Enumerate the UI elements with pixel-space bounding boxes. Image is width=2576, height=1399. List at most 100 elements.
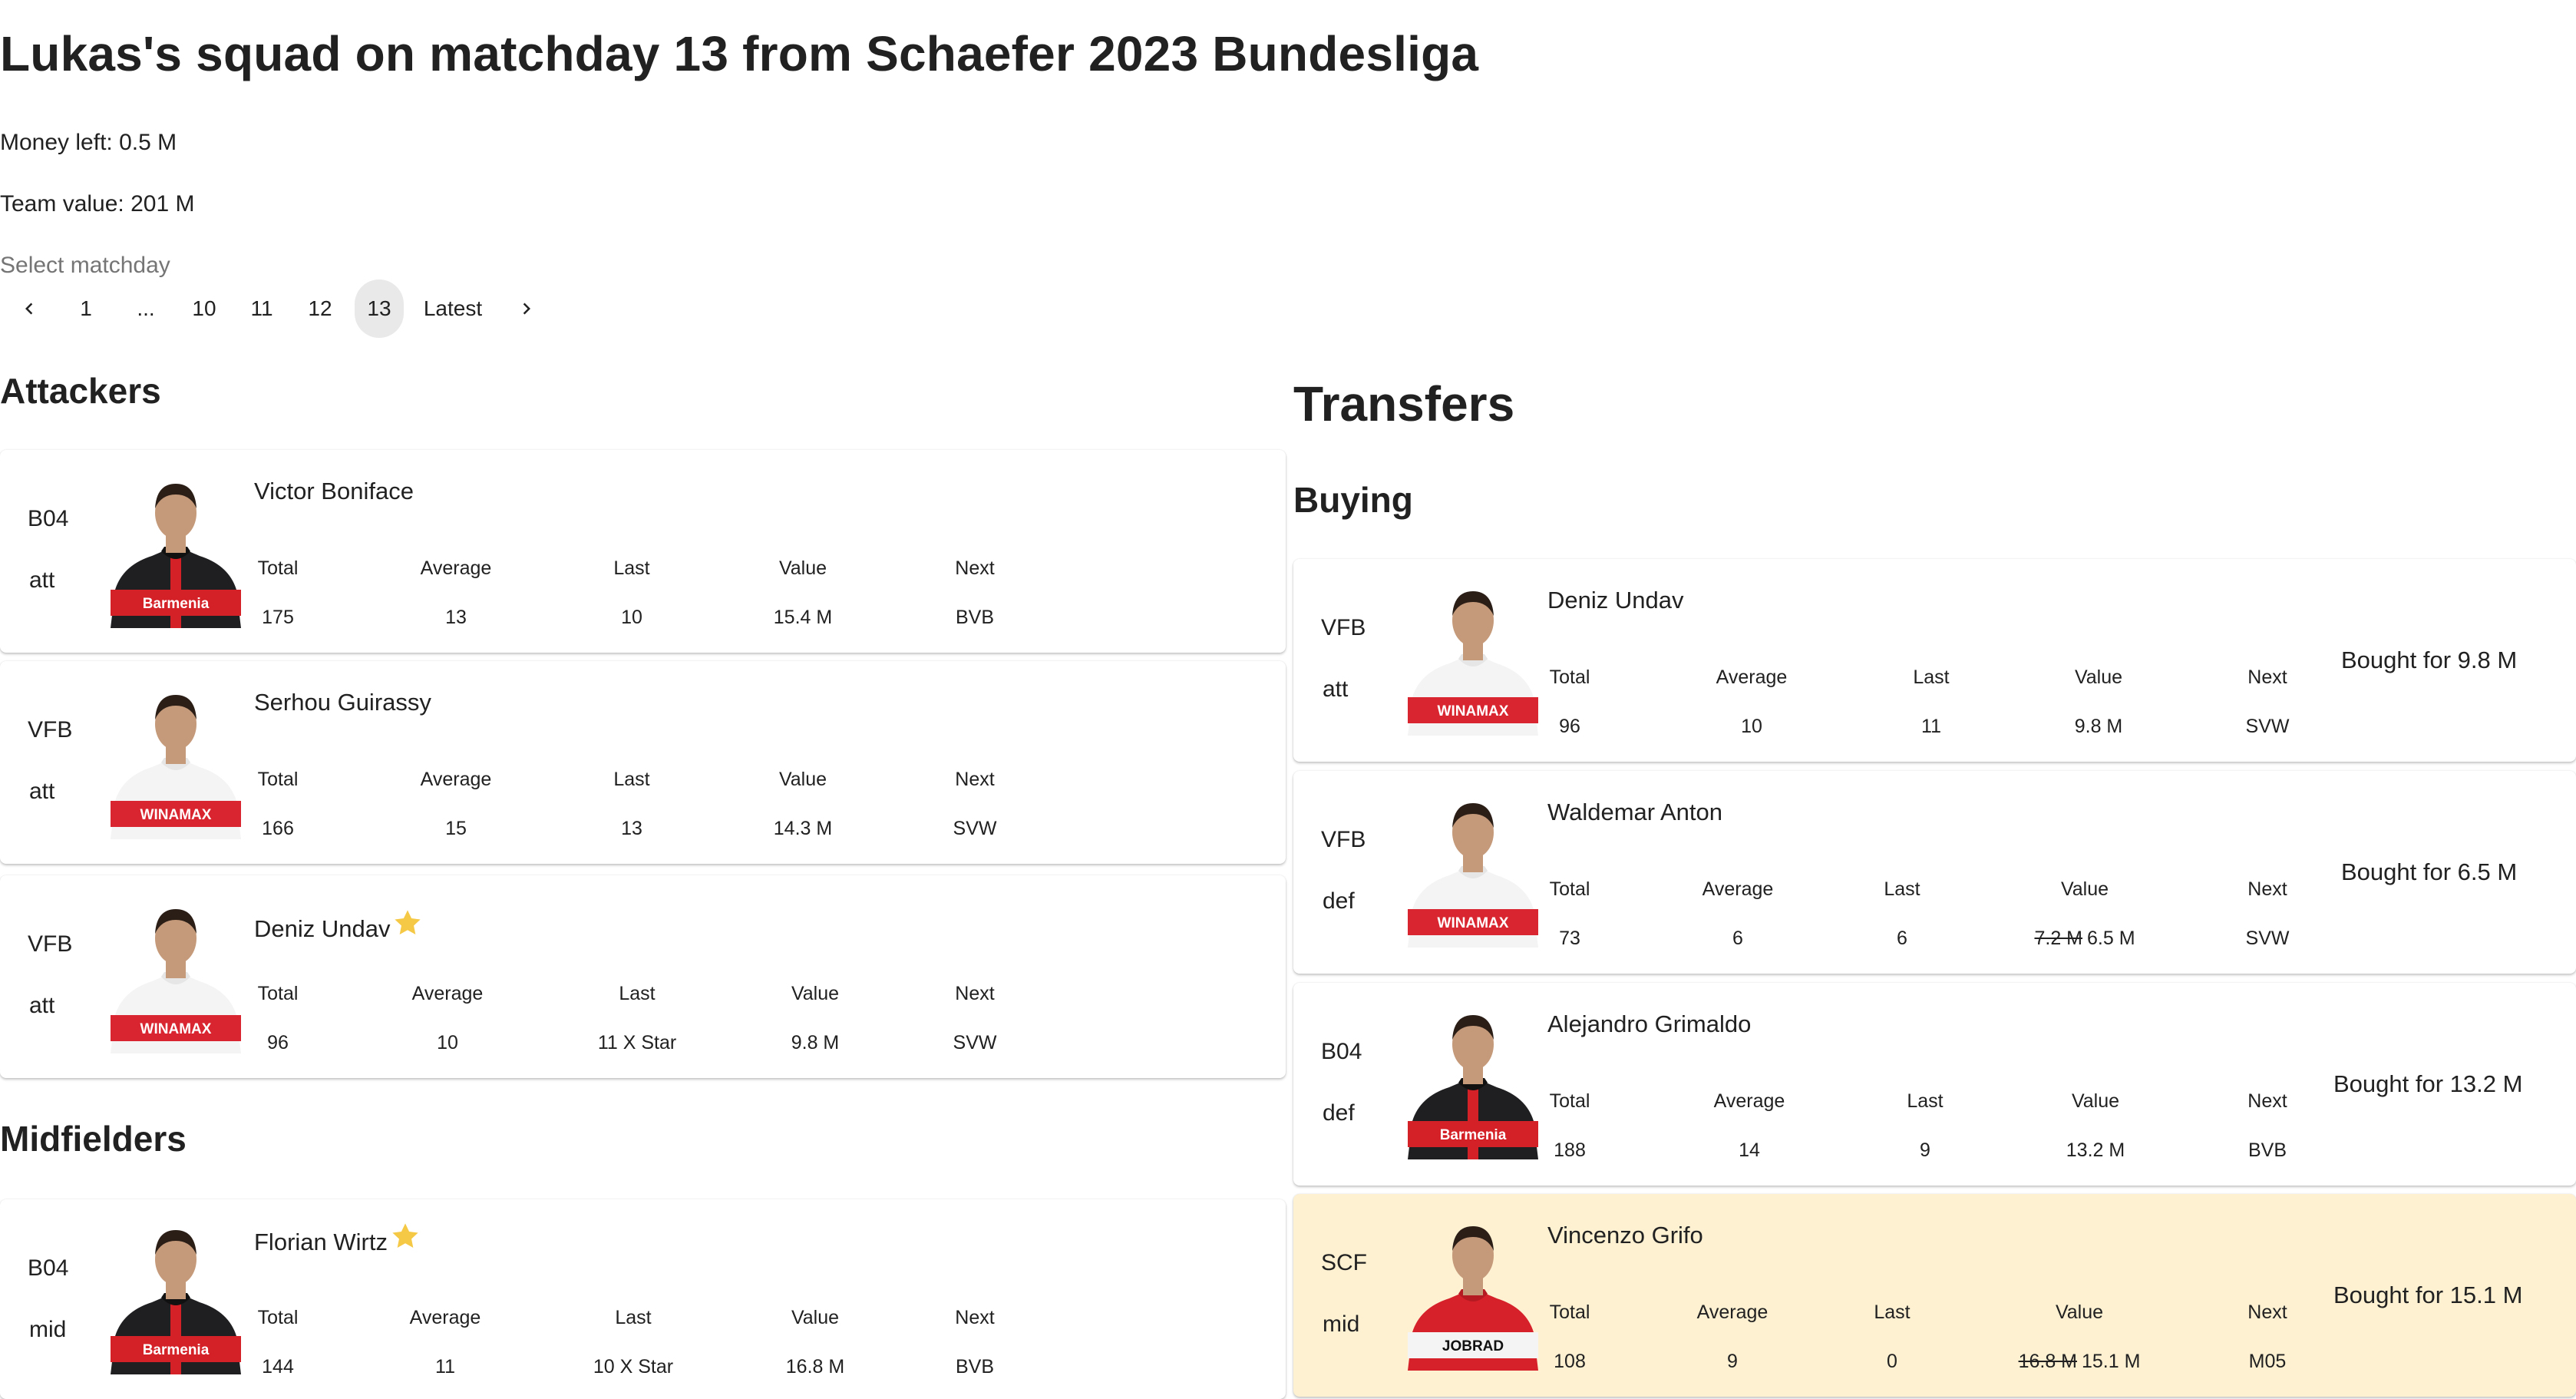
player-photo: WINAMAX [107,686,244,839]
stat-value-average: 14 [1739,1139,1760,1161]
player-name[interactable]: Deniz Undav [1547,585,1683,616]
stat-value-next: BVB [955,607,995,628]
page-title: Lukas's squad on matchday 13 from Schaef… [0,26,1479,81]
player-name[interactable]: Serhou Guirassy [254,687,431,718]
section-title-buying: Buying [1293,480,1413,520]
stat-value-value: 14.3 M [773,818,833,839]
player-card[interactable]: VFB att WINAMAX Deniz Undav Total 96 Average… [0,875,1286,1078]
previous-value: 7.2 M [2034,928,2082,949]
chevron-left-icon [25,303,33,315]
bought-for-price: Bought for 13.2 M [2333,1070,2523,1097]
stat-header-average: Average [409,1307,481,1328]
stat-header-last: Last [1874,1301,1911,1323]
player-name-text: Florian Wirtz [254,1229,388,1255]
stat-header-last: Last [1913,666,1950,688]
stat-header-average: Average [1696,1301,1769,1323]
stat-header-value: Value [791,983,840,1004]
matchday-page-item[interactable]: 1 [71,279,101,338]
stat-header-average: Average [1702,878,1774,900]
team-abbreviation: B04 [1321,1039,1362,1064]
svg-text:Barmenia: Barmenia [143,1342,210,1358]
current-value: 15.1 M [2082,1351,2141,1372]
stat-value-value: 9.8 M [2074,716,2123,737]
select-matchday-label: Select matchday [0,253,170,278]
matchday-page-latest[interactable]: Latest [414,279,491,338]
player-card[interactable]: B04 mid Barmenia Florian Wirtz Total 144 Ave… [0,1199,1286,1399]
position-abbreviation: att [29,779,55,804]
player-name[interactable]: Alejandro Grimaldo [1547,1009,1751,1040]
stat-value-value: 9.8 M [791,1032,840,1053]
stat-value-total: 96 [267,1032,289,1053]
player-photo: JOBRAD [1405,1217,1541,1371]
player-card[interactable]: VFB att WINAMAX Serhou Guirassy Total 166 Av… [0,661,1286,864]
stat-header-last: Last [1884,878,1920,900]
player-name-text: Serhou Guirassy [254,689,431,716]
stat-value-value: 7.2 M 6.5 M [2034,926,2135,951]
stat-value-last: 9 [1920,1139,1930,1161]
player-name[interactable]: Deniz Undav [254,910,424,944]
stat-value-average: 9 [1727,1351,1738,1372]
matchday-page-item[interactable]: 10 [184,279,224,338]
prev-matchday-button[interactable] [12,279,46,338]
stat-header-average: Average [1713,1090,1785,1112]
stat-header-last: Last [619,983,656,1004]
player-photo: Barmenia [1405,1006,1541,1159]
stat-header-total: Total [257,983,299,1004]
stat-value-next: M05 [2248,1351,2287,1372]
transfer-card[interactable]: SCF mid JOBRAD Vincenzo Grifo Total 108 Aver… [1293,1194,2576,1397]
player-photo: Barmenia [107,1221,244,1374]
stat-header-value: Value [2055,1301,2104,1323]
stat-value-next: BVB [955,1356,995,1378]
bought-for-price: Bought for 6.5 M [2341,858,2518,885]
player-name[interactable]: Victor Boniface [254,476,414,507]
team-abbreviation: VFB [28,717,73,742]
matchday-page-item[interactable]: 12 [300,279,340,338]
player-name[interactable]: Vincenzo Grifo [1547,1220,1703,1251]
money-left: Money left: 0.5 M [0,130,177,155]
stat-header-next: Next [955,557,995,579]
player-photo: WINAMAX [1405,794,1541,948]
next-matchday-button[interactable] [510,279,543,338]
matchday-page-ellipsis: ... [137,296,155,320]
stat-header-next: Next [2247,666,2287,688]
stat-header-average: Average [1716,666,1788,688]
stat-value-next: SVW [2245,928,2290,949]
stat-header-total: Total [1549,878,1590,900]
player-photo: WINAMAX [1405,582,1541,736]
player-card[interactable]: B04 att Barmenia Victor Boniface Total 175 A… [0,450,1286,653]
stat-header-value: Value [2060,878,2109,900]
player-name[interactable]: Florian Wirtz [254,1223,421,1258]
matchday-page-item-selected[interactable]: 13 [355,279,404,338]
stat-header-value: Value [778,557,827,579]
previous-value: 16.8 M [2018,1351,2077,1372]
player-name[interactable]: Waldemar Anton [1547,797,1722,828]
player-name-text: Vincenzo Grifo [1547,1222,1703,1249]
transfer-card[interactable]: VFB att WINAMAX Deniz Undav Total 96 Average… [1293,559,2576,762]
star-icon [395,910,421,935]
position-abbreviation: att [29,567,55,593]
team-value: Team value: 201 M [0,191,195,217]
player-name-text: Victor Boniface [254,478,414,504]
star-icon [392,1223,418,1249]
transfer-card[interactable]: B04 def Barmenia Alejandro Grimaldo Total 1… [1293,983,2576,1186]
stat-header-average: Average [411,983,484,1004]
section-title-midfielders: Midfielders [0,1119,187,1159]
svg-text:WINAMAX: WINAMAX [1438,915,1509,931]
matchday-page-item[interactable]: 11 [242,279,282,338]
stat-value-average: 10 [437,1032,458,1053]
player-name-text: Deniz Undav [1547,587,1684,614]
position-abbreviation: mid [29,1317,67,1342]
stat-value-average: 6 [1732,928,1743,949]
stat-value-average: 13 [445,607,467,628]
svg-text:Barmenia: Barmenia [143,596,210,612]
stat-value-total: 73 [1559,928,1580,949]
stat-value-last: 10 [621,607,642,628]
stat-value-average: 11 [435,1356,455,1378]
transfer-card[interactable]: VFB def WINAMAX Waldemar Anton Total 73 Aver… [1293,771,2576,974]
stat-header-next: Next [2247,1301,2287,1323]
stat-header-next: Next [2247,1090,2287,1112]
svg-text:WINAMAX: WINAMAX [140,807,212,823]
stat-header-value: Value [2074,666,2123,688]
player-name-text: Waldemar Anton [1547,799,1723,825]
stat-value-average: 15 [445,818,467,839]
